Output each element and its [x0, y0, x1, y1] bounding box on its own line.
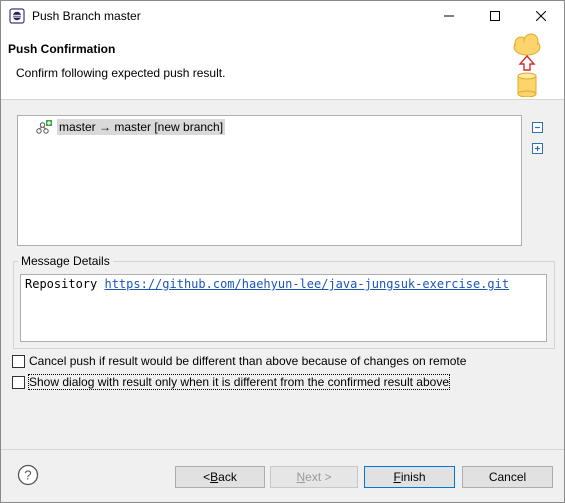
cancel-push-checkbox[interactable] [12, 354, 25, 368]
back-prefix: < [203, 470, 211, 484]
finish-mnemonic: F [393, 470, 401, 484]
eclipse-icon [9, 8, 25, 24]
tree-item[interactable]: master → master [new branch] [35, 118, 226, 135]
next-rest: ext > [305, 470, 332, 484]
page-description: Confirm following expected push result. [16, 66, 226, 80]
minimize-icon [444, 15, 454, 17]
repository-url-link[interactable]: https://github.com/haehyun-lee/java-jung… [104, 277, 509, 291]
next-button[interactable]: Next > [270, 466, 358, 488]
back-button[interactable]: < Back [175, 466, 265, 488]
show-dialog-label[interactable]: Show dialog with result only when it is … [28, 374, 450, 390]
tree-item-label: master → master [new branch] [57, 118, 226, 135]
svg-text:?: ? [24, 468, 31, 483]
message-details-text[interactable]: Repository https://github.com/haehyun-le… [20, 274, 547, 342]
close-button[interactable] [518, 1, 564, 31]
message-details-title: Message Details [18, 254, 113, 268]
maximize-icon [490, 11, 500, 21]
title-bar: Push Branch master [1, 1, 564, 31]
cloud-upload-database-icon [513, 33, 541, 97]
cancel-button[interactable]: Cancel [462, 466, 553, 488]
back-mnemonic: B [210, 470, 219, 484]
window-title: Push Branch master [32, 9, 141, 23]
footer-separator [1, 449, 564, 450]
repository-line: Repository https://github.com/haehyun-le… [25, 277, 509, 291]
cancel-push-label[interactable]: Cancel push if result would be different… [29, 354, 466, 368]
maximize-button[interactable] [472, 1, 518, 31]
page-title: Push Confirmation [8, 42, 116, 56]
collapse-all-icon[interactable] [531, 120, 545, 134]
repository-label: Repository [25, 277, 98, 291]
close-icon [536, 11, 546, 21]
back-rest: ack [218, 470, 237, 484]
cancel-push-option[interactable]: Cancel push if result would be different… [12, 353, 466, 369]
help-icon[interactable]: ? [17, 464, 39, 486]
push-branch-icon [36, 119, 52, 134]
dialog-header: Push Confirmation Confirm following expe… [1, 31, 564, 100]
push-branch-dialog: Push Branch master Push Confirmation Con… [0, 0, 565, 503]
minimize-button[interactable] [426, 1, 472, 31]
show-dialog-option[interactable]: Show dialog with result only when it is … [12, 374, 450, 390]
finish-button[interactable]: Finish [364, 466, 455, 488]
show-dialog-checkbox[interactable] [12, 375, 25, 389]
expand-all-icon[interactable] [531, 141, 545, 155]
next-mnemonic: N [296, 470, 306, 484]
push-results-tree[interactable]: master → master [new branch] [17, 115, 522, 246]
finish-rest: inish [400, 470, 426, 484]
cancel-label: Cancel [488, 470, 527, 484]
